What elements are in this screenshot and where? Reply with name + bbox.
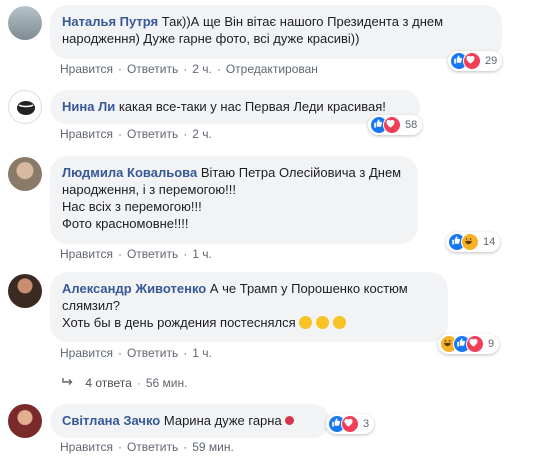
emoji-icon — [315, 316, 329, 329]
reaction-summary[interactable]: 58 — [368, 115, 423, 135]
avatar[interactable] — [8, 157, 42, 191]
edited-label: Отредактирован — [225, 62, 318, 76]
avatar[interactable] — [8, 6, 42, 40]
comment-bubble: Світлана Зачко Марина дуже гарна — [50, 404, 330, 438]
comment-text-line: Фото красномовне!!!! — [62, 216, 189, 231]
comment-author[interactable]: Людмила Ковальова — [62, 165, 197, 180]
reaction-count: 3 — [363, 418, 370, 430]
comment-text-line: А че Трамп у Порошенко костюм — [209, 281, 408, 296]
emoji-icon — [332, 316, 346, 329]
comment-text-line: Марина дуже гарна — [163, 413, 282, 428]
comment-text-line: народження) Дуже гарне фото, всі дуже кр… — [62, 31, 360, 46]
reaction-count: 29 — [485, 55, 498, 67]
comment-bubble: Наталья Путря Так))А ще Він вітає нашого… — [50, 5, 502, 59]
replies-time: 56 мин. — [145, 376, 188, 390]
comment-text-line: Нас всіх з перемогою!!! — [62, 199, 202, 214]
replies-count[interactable]: 4 ответа — [85, 376, 131, 390]
comment-bubble: Александр Животенко А че Трамп у Порошен… — [50, 272, 448, 342]
comment-actions: Нравится · Ответить · 59 мин. — [60, 440, 234, 454]
like-link[interactable]: Нравится — [60, 127, 113, 141]
like-link[interactable]: Нравится — [60, 247, 113, 261]
avatar[interactable] — [8, 404, 42, 438]
comment-bubble: Нина Ли какая все-таки у нас Первая Леди… — [50, 90, 420, 124]
reply-link[interactable]: Ответить — [127, 127, 178, 141]
like-link[interactable]: Нравится — [60, 62, 113, 76]
love-icon — [341, 415, 359, 433]
avatar[interactable] — [8, 90, 42, 124]
timestamp[interactable]: 1 ч. — [192, 346, 212, 360]
reaction-summary[interactable]: 3 — [326, 414, 375, 434]
comment-bubble: Людмила Ковальова Вітаю Петра Олесійович… — [50, 156, 418, 244]
reaction-count: 14 — [483, 236, 496, 248]
timestamp[interactable]: 2 ч. — [192, 62, 212, 76]
comment-author[interactable]: Нина Ли — [62, 99, 115, 114]
comment-actions: Нравится · Ответить · 1 ч. — [60, 346, 212, 360]
comment-actions: Нравится · Ответить · 1 ч. — [60, 247, 212, 261]
reply-link[interactable]: Ответить — [127, 247, 178, 261]
reply-link[interactable]: Ответить — [127, 346, 178, 360]
reply-link[interactable]: Ответить — [127, 440, 178, 454]
reaction-count: 58 — [405, 119, 418, 131]
emoji-icon — [299, 316, 313, 329]
reply-arrow-icon — [62, 376, 74, 390]
like-link[interactable]: Нравится — [60, 346, 113, 360]
like-link[interactable]: Нравится — [60, 440, 113, 454]
timestamp[interactable]: 1 ч. — [192, 247, 212, 261]
comment-text-line: слямзил? — [62, 298, 120, 313]
reaction-summary[interactable]: 14 — [446, 232, 501, 252]
view-replies-link[interactable]: 4 ответа · 56 мин. — [62, 376, 187, 390]
reply-link[interactable]: Ответить — [127, 62, 178, 76]
love-icon — [383, 116, 401, 134]
comment-author[interactable]: Наталья Путря — [62, 14, 158, 29]
comment-author[interactable]: Александр Животенко — [62, 281, 206, 296]
comment-actions: Нравится · Ответить · 2 ч. · Отредактирован — [60, 62, 318, 76]
love-icon — [463, 52, 481, 70]
comment-text-line: Вітаю Петра Олесійовича з Днем — [200, 165, 402, 180]
comment-author[interactable]: Світлана Зачко — [62, 413, 160, 428]
comment-text-line: Хоть бы в день рождения постеснялся — [62, 315, 296, 330]
rose-icon — [285, 416, 295, 425]
comment-text-line: какая все-таки у нас Первая Леди красива… — [118, 99, 386, 114]
reaction-summary[interactable]: 9 — [438, 334, 500, 354]
timestamp[interactable]: 59 мин. — [192, 440, 234, 454]
reaction-count: 9 — [488, 338, 495, 350]
haha-icon — [461, 233, 479, 251]
comment-actions: Нравится · Ответить · 2 ч. — [60, 127, 212, 141]
comment-text-line: народження, і з перемогою!!! — [62, 182, 236, 197]
love-icon — [466, 335, 484, 353]
comment-text-line: Так))А ще Він вітає нашого Президента з … — [161, 14, 444, 29]
timestamp[interactable]: 2 ч. — [192, 127, 212, 141]
avatar[interactable] — [8, 274, 42, 308]
reaction-summary[interactable]: 29 — [448, 51, 503, 71]
